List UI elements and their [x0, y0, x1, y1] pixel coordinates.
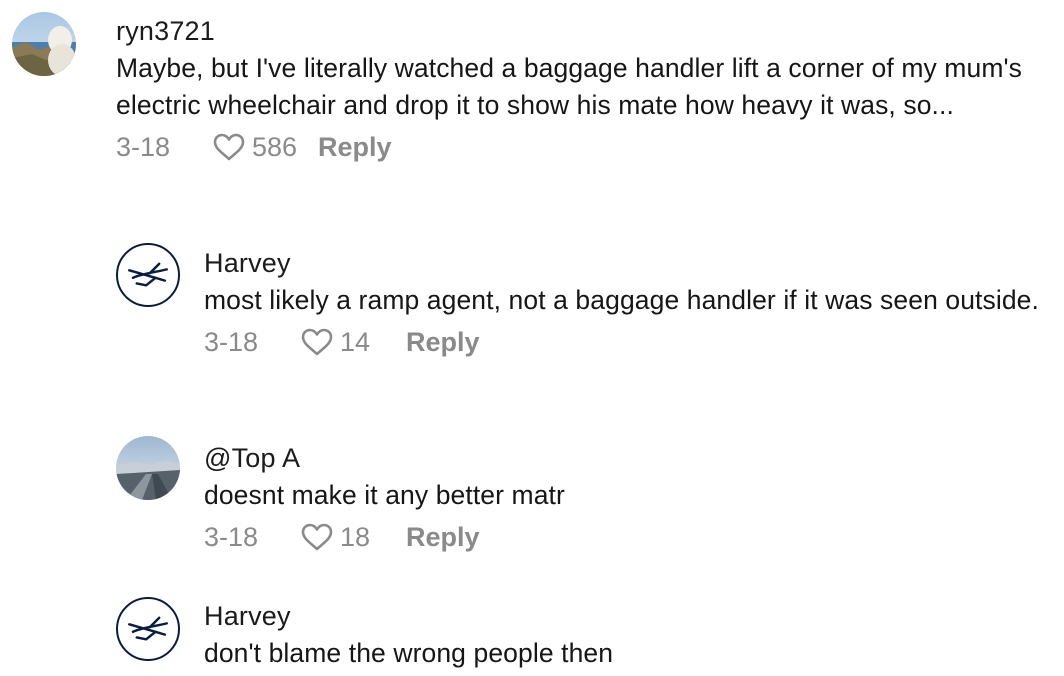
comment-text: doesnt make it any better matr: [204, 480, 565, 510]
comment-username[interactable]: ryn3721: [116, 14, 1046, 48]
like-count: 14: [340, 326, 371, 357]
comment-meta: 3-18 586 Reply: [116, 128, 1046, 166]
heart-outline-icon: [301, 523, 333, 551]
comment-text: don't blame the wrong people then: [204, 638, 614, 668]
reply-button[interactable]: Reply: [318, 132, 392, 163]
comment-date: 3-18: [204, 521, 259, 552]
like-count: 586: [252, 131, 298, 162]
comment-date: 3-18: [204, 326, 259, 357]
landscape-photo-avatar-icon: [116, 436, 180, 500]
like-button[interactable]: 18: [300, 522, 406, 553]
like-button[interactable]: 14: [300, 327, 406, 358]
comment-meta: 3-18 18 Reply: [204, 518, 1054, 556]
reply-button[interactable]: Reply: [406, 522, 480, 553]
comment-text: most likely a ramp agent, not a baggage …: [204, 285, 1039, 315]
comment-text: Maybe, but I've literally watched a bagg…: [116, 53, 1023, 120]
avatar[interactable]: [12, 12, 76, 76]
comment-username[interactable]: @Top A: [204, 441, 1054, 475]
avatar[interactable]: [116, 243, 180, 307]
crane-logo-avatar-icon: [128, 616, 168, 641]
heart-outline-icon: [301, 328, 333, 356]
comment-date: 3-18: [116, 131, 171, 162]
like-button[interactable]: 586: [212, 132, 318, 163]
avatar[interactable]: [116, 436, 180, 500]
comment-username[interactable]: Harvey: [204, 599, 1054, 633]
heart-outline-icon: [213, 133, 245, 161]
avatar[interactable]: [116, 597, 180, 661]
comment-username[interactable]: Harvey: [204, 246, 1054, 280]
crane-logo-avatar-icon: [128, 262, 168, 287]
like-count: 18: [340, 521, 371, 552]
reply-button[interactable]: Reply: [406, 327, 480, 358]
beach-photo-avatar-icon: [12, 12, 76, 76]
comment-meta: 3-18 14 Reply: [204, 323, 1054, 361]
